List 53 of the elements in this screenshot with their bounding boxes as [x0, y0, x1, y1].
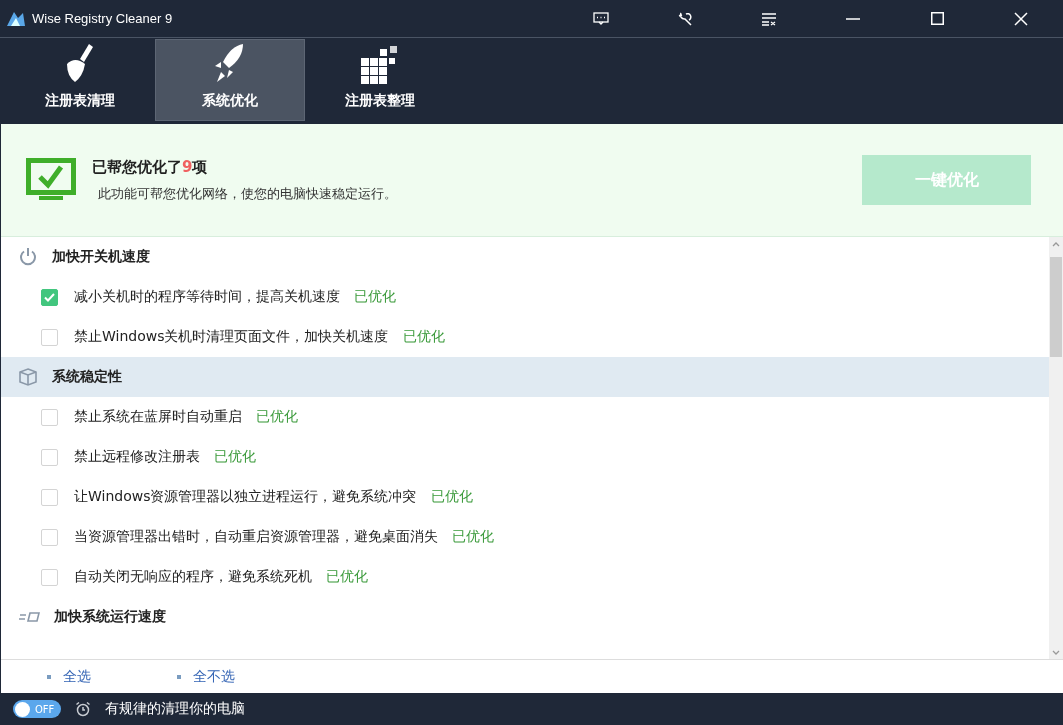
tab[interactable]: 系统优化: [155, 39, 305, 121]
summary-title: 已帮您优化了9项: [92, 157, 209, 177]
menu-icon: [761, 11, 777, 26]
section-header[interactable]: 系统稳定性: [1, 357, 1049, 397]
section-title: 加快开关机速度: [52, 248, 150, 266]
scrollbar[interactable]: [1049, 237, 1063, 659]
minimize-icon: [846, 17, 860, 20]
checkbox[interactable]: [41, 328, 58, 346]
monitor-check-icon: [26, 158, 76, 202]
speedometer-icon: [18, 611, 40, 623]
option-label: 当资源管理器出错时，自动重启资源管理器，避免桌面消失: [74, 528, 438, 546]
close-icon: [1014, 11, 1028, 26]
section-header[interactable]: 加快开关机速度: [1, 237, 1049, 277]
option-label: 禁止系统在蓝屏时自动重启: [74, 408, 242, 426]
status-text: 已优化: [214, 448, 256, 466]
checkbox[interactable]: [41, 288, 58, 306]
summary-description: 此功能可帮您优化网络，使您的电脑快速稳定运行。: [98, 184, 398, 203]
status-text: 已优化: [452, 528, 494, 546]
section-title: 加快系统运行速度: [54, 608, 166, 626]
option-label: 禁止Windows关机时清理页面文件，加快关机速度: [74, 328, 389, 346]
checkbox[interactable]: [41, 568, 58, 586]
scrollbar-thumb[interactable]: [1050, 257, 1062, 357]
checkbox[interactable]: [41, 528, 58, 546]
window-title: Wise Registry Cleaner 9: [32, 11, 174, 26]
scroll-down-icon: [1052, 649, 1060, 655]
option-label: 让Windows资源管理器以独立进程运行，避免系统冲突: [74, 488, 417, 506]
checkmark-icon: [44, 292, 55, 302]
tab[interactable]: 注册表整理: [305, 39, 455, 121]
scroll-up-icon: [1052, 241, 1060, 247]
cube-icon: [18, 367, 38, 387]
select-link[interactable]: 全不选: [177, 667, 235, 686]
status-text: 已优化: [326, 568, 368, 586]
checkbox[interactable]: [41, 408, 58, 426]
section-title: 系统稳定性: [52, 368, 122, 386]
status-text: 已优化: [430, 488, 473, 506]
tab[interactable]: 注册表清理: [5, 39, 155, 121]
power-icon: [18, 247, 38, 267]
blocks-icon: [361, 46, 399, 84]
checkbox[interactable]: [41, 488, 58, 506]
maximize-icon: [930, 12, 944, 25]
status-text: 已优化: [402, 328, 445, 346]
checkbox[interactable]: [41, 448, 58, 466]
status-text: 已优化: [256, 408, 298, 426]
option-label: 禁止远程修改注册表: [74, 448, 200, 466]
alarm-clock-icon: [75, 701, 91, 717]
select-link[interactable]: 全选: [47, 667, 91, 686]
wrench-icon: [677, 10, 693, 27]
schedule-text: 有规律的清理你的电脑: [105, 700, 245, 718]
message-icon: [593, 12, 609, 25]
option-label: 减小关机时的程序等待时间，提高关机速度: [74, 288, 340, 306]
option-label: 自动关闭无响应的程序，避免系统死机: [74, 568, 312, 586]
status-text: 已优化: [354, 288, 396, 306]
section-header[interactable]: 加快系统运行速度: [1, 597, 1049, 637]
